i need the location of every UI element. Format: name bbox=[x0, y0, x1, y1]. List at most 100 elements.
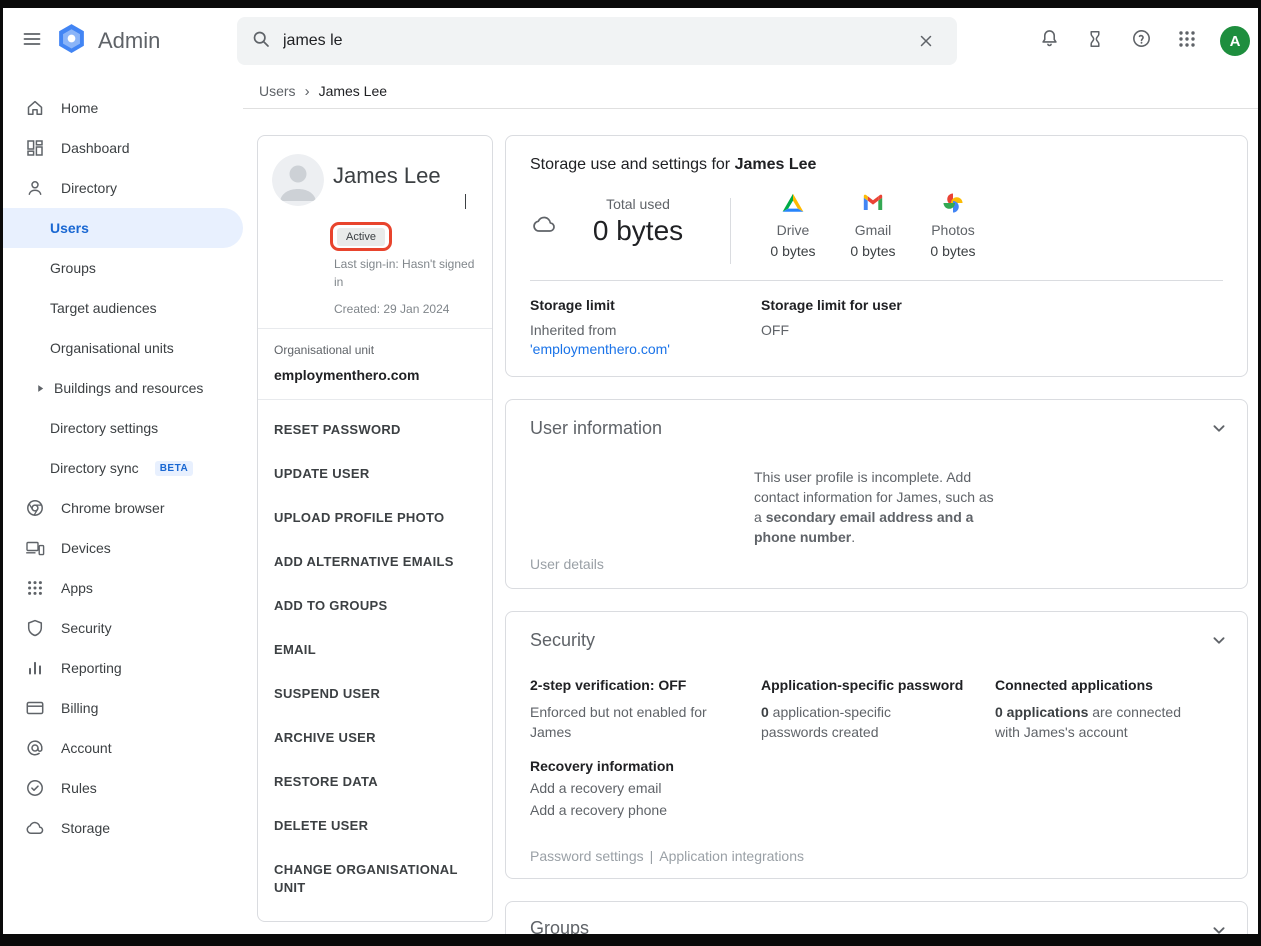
update-user-button[interactable]: UPDATE USER bbox=[274, 452, 476, 496]
total-storage-used: Total used 0 bytes bbox=[572, 190, 704, 247]
security-card: Security 2-step verification: OFF Enforc… bbox=[505, 611, 1248, 879]
groups-card: Groups bbox=[505, 901, 1248, 934]
chevron-down-icon[interactable] bbox=[1207, 416, 1231, 440]
drive-storage: Drive 0 bytes bbox=[753, 190, 833, 259]
chevron-down-icon[interactable] bbox=[1207, 918, 1231, 934]
asp-count: 0 bbox=[761, 704, 769, 720]
sidebar-item-rules[interactable]: Rules bbox=[3, 768, 243, 808]
security-title: Security bbox=[530, 630, 1223, 651]
gmail-icon bbox=[861, 190, 885, 216]
detail-cards-column: Storage use and settings for James Lee T… bbox=[505, 135, 1248, 934]
sidebar-item-label: Account bbox=[61, 740, 112, 756]
total-used-label: Total used bbox=[572, 196, 704, 212]
person-icon bbox=[25, 178, 45, 198]
chevron-down-icon[interactable] bbox=[1207, 628, 1231, 652]
breadcrumb-users-link[interactable]: Users bbox=[259, 83, 296, 99]
at-sign-icon bbox=[25, 738, 45, 758]
asp-title: Application-specific password bbox=[761, 677, 995, 693]
archive-user-button[interactable]: ARCHIVE USER bbox=[274, 716, 476, 760]
user-actions-list: RESET PASSWORD UPDATE USER UPLOAD PROFIL… bbox=[258, 400, 492, 920]
email-button[interactable]: EMAIL bbox=[274, 628, 476, 672]
add-to-groups-button[interactable]: ADD TO GROUPS bbox=[274, 584, 476, 628]
cloud-icon bbox=[532, 212, 558, 243]
sidebar-item-organisational-units[interactable]: Organisational units bbox=[3, 328, 243, 368]
sidebar-item-groups[interactable]: Groups bbox=[3, 248, 243, 288]
sidebar-item-account[interactable]: Account bbox=[3, 728, 243, 768]
sidebar-item-home[interactable]: Home bbox=[3, 88, 243, 128]
clear-search-button[interactable] bbox=[909, 24, 943, 58]
user-details-link[interactable]: User details bbox=[530, 556, 604, 572]
add-alternative-emails-button[interactable]: ADD ALTERNATIVE EMAILS bbox=[274, 540, 476, 584]
footer-separator: | bbox=[650, 848, 654, 864]
user-storage-limit-block: Storage limit for user OFF bbox=[761, 297, 1223, 357]
help-button[interactable] bbox=[1120, 20, 1162, 62]
topbar: Admin bbox=[3, 8, 1258, 74]
admin-logo[interactable]: Admin bbox=[55, 22, 237, 60]
sidebar-item-target-audiences[interactable]: Target audiences bbox=[3, 288, 243, 328]
divider bbox=[530, 280, 1223, 281]
upload-profile-photo-button[interactable]: UPLOAD PROFILE PHOTO bbox=[274, 496, 476, 540]
sidebar-item-billing[interactable]: Billing bbox=[3, 688, 243, 728]
sidebar-item-reporting[interactable]: Reporting bbox=[3, 648, 243, 688]
status-badge: Active bbox=[337, 228, 385, 246]
sidebar-item-label: Groups bbox=[50, 260, 96, 276]
storage-limit-block: Storage limit Inherited from 'employment… bbox=[530, 297, 761, 357]
org-unit-label: Organisational unit bbox=[274, 343, 476, 357]
breadcrumb: Users › James Lee bbox=[243, 74, 1258, 109]
sidebar-item-directory-settings[interactable]: Directory settings bbox=[3, 408, 243, 448]
main-menu-button[interactable] bbox=[11, 20, 53, 62]
total-used-value: 0 bytes bbox=[572, 215, 704, 247]
org-unit-link[interactable]: 'employmenthero.com' bbox=[530, 341, 761, 357]
help-icon bbox=[1131, 28, 1152, 54]
org-unit-value: employmenthero.com bbox=[274, 367, 476, 383]
connected-apps-title: Connected applications bbox=[995, 677, 1223, 693]
content-area: James Lee Active Last sign-in: Hasn't si… bbox=[243, 109, 1258, 934]
pending-tasks-button[interactable] bbox=[1074, 20, 1116, 62]
rules-icon bbox=[25, 778, 45, 798]
storage-card: Storage use and settings for James Lee T… bbox=[505, 135, 1248, 377]
account-avatar[interactable]: A bbox=[1220, 26, 1250, 56]
security-footer-links: Password settings | Application integratio… bbox=[530, 848, 804, 864]
devices-icon bbox=[25, 538, 45, 558]
photos-icon bbox=[941, 190, 965, 216]
delete-user-button[interactable]: DELETE USER bbox=[274, 804, 476, 848]
password-settings-link[interactable]: Password settings bbox=[530, 848, 644, 864]
sidebar-item-label: Directory settings bbox=[50, 420, 158, 436]
suspend-user-button[interactable]: SUSPEND USER bbox=[274, 672, 476, 716]
annotation-highlight-box: Active bbox=[330, 222, 392, 251]
text-cursor bbox=[465, 194, 467, 209]
shield-icon bbox=[25, 618, 45, 638]
sidebar-item-label: Organisational units bbox=[50, 340, 174, 356]
credit-card-icon bbox=[25, 698, 45, 718]
application-integrations-link[interactable]: Application integrations bbox=[659, 848, 804, 864]
sidebar-item-apps[interactable]: Apps bbox=[3, 568, 243, 608]
sidebar-item-directory[interactable]: Directory bbox=[3, 168, 243, 208]
sidebar-item-label: Chrome browser bbox=[61, 500, 164, 516]
sidebar-item-storage[interactable]: Storage bbox=[3, 808, 243, 848]
storage-card-title: Storage use and settings for James Lee bbox=[530, 156, 1223, 174]
bar-chart-icon bbox=[25, 658, 45, 678]
restore-data-button[interactable]: RESTORE DATA bbox=[274, 760, 476, 804]
sidebar-item-devices[interactable]: Devices bbox=[3, 528, 243, 568]
sidebar-item-label: Directory bbox=[61, 180, 117, 196]
sidebar-item-dashboard[interactable]: Dashboard bbox=[3, 128, 243, 168]
sidebar-item-label: Dashboard bbox=[61, 140, 130, 156]
apps-grid-icon bbox=[1177, 29, 1197, 54]
sidebar-item-label: Security bbox=[61, 620, 112, 636]
breadcrumb-separator-icon: › bbox=[305, 83, 310, 100]
notifications-button[interactable] bbox=[1028, 20, 1070, 62]
sidebar-item-users[interactable]: Users bbox=[3, 208, 243, 248]
sidebar-item-security[interactable]: Security bbox=[3, 608, 243, 648]
connected-apps-text: 0 applications are connected with James'… bbox=[995, 702, 1223, 742]
add-recovery-email-link[interactable]: Add a recovery email bbox=[530, 780, 662, 796]
add-recovery-phone-link[interactable]: Add a recovery phone bbox=[530, 802, 667, 818]
sidebar-item-directory-sync[interactable]: Directory sync BETA bbox=[3, 448, 243, 488]
incomplete-profile-message: This user profile is incomplete. Add con… bbox=[754, 467, 994, 547]
reset-password-button[interactable]: RESET PASSWORD bbox=[274, 408, 476, 452]
storage-limit-text: Inherited from bbox=[530, 322, 761, 338]
search-input[interactable] bbox=[283, 32, 897, 50]
change-organisational-unit-button[interactable]: CHANGE ORGANISATIONAL UNIT bbox=[274, 848, 476, 910]
sidebar-item-chrome-browser[interactable]: Chrome browser bbox=[3, 488, 243, 528]
sidebar-item-buildings-resources[interactable]: Buildings and resources bbox=[3, 368, 243, 408]
apps-launcher-button[interactable] bbox=[1166, 20, 1208, 62]
